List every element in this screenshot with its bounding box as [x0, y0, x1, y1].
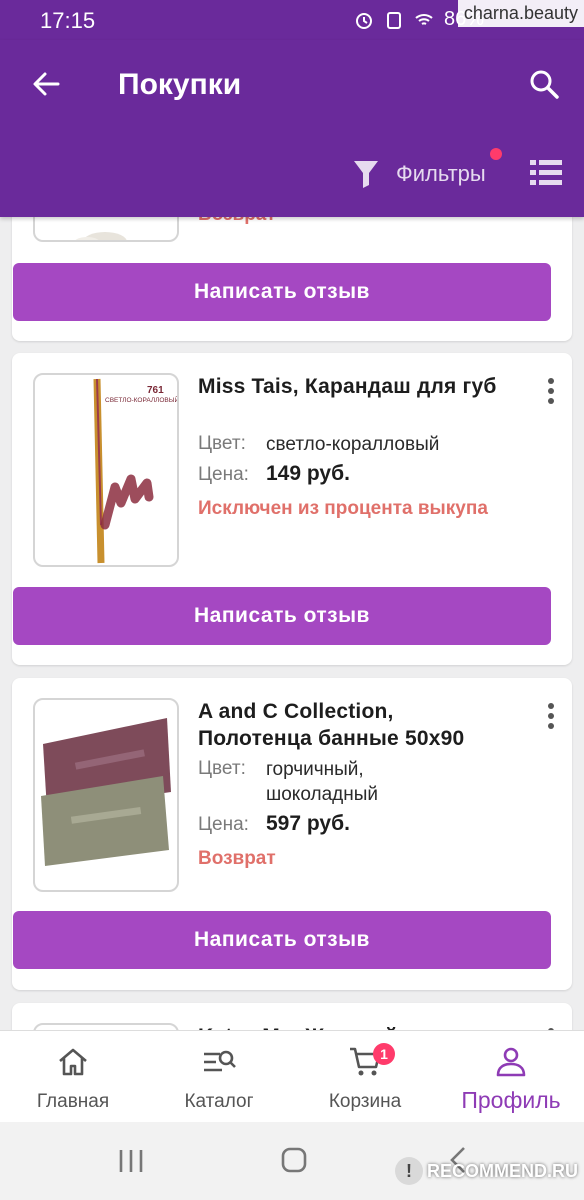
status-bar: 17:15 86% charna.beauty — [0, 0, 584, 40]
nav-profile[interactable]: Профиль — [438, 1031, 584, 1122]
write-review-button[interactable]: Написать отзыв — [13, 911, 551, 969]
filter-active-dot — [490, 148, 502, 160]
color-value: светло-коралловый — [266, 434, 440, 455]
color-label: Цвет: — [198, 433, 246, 454]
purchase-card: A and C Collection, Полотенца банные 50x… — [12, 678, 572, 990]
status-text: Возврат — [198, 848, 276, 869]
color-label: Цвет: — [198, 758, 246, 779]
nav-cart[interactable]: 1 Корзина — [292, 1031, 438, 1122]
nav-cart-label: Корзина — [328, 1091, 402, 1112]
product-thumbnail[interactable]: 761 СВЕТЛО-КОРАЛЛОВЫЙ — [33, 373, 179, 567]
thumb-number: 761 — [147, 385, 164, 396]
price-label: Цена: — [198, 814, 249, 835]
filter-funnel-icon — [354, 161, 378, 188]
list-view-icon[interactable] — [530, 158, 562, 188]
purchase-card: 761 СВЕТЛО-КОРАЛЛОВЫЙ Miss Tais, Каранда… — [12, 353, 572, 665]
cart-badge: 1 — [373, 1043, 395, 1065]
thumb-shade-name: СВЕТЛО-КОРАЛЛОВЫЙ — [105, 395, 177, 404]
back-arrow-icon[interactable] — [28, 66, 64, 102]
bottom-navigation: Главная Каталог 1 Корзина Профиль — [0, 1030, 584, 1122]
nav-catalog-label: Каталог — [184, 1091, 254, 1112]
write-review-button[interactable]: Написать отзыв — [13, 587, 551, 645]
system-nav-bar: ! RECOMMEND.RU — [0, 1122, 584, 1200]
product-name[interactable]: A and C Collection, Полотенца банные 50x… — [198, 698, 498, 752]
page-title: Покупки — [118, 68, 242, 101]
wifi-icon — [415, 13, 433, 25]
color-value: горчичный, шоколадный — [266, 759, 378, 805]
watermark-top: charna.beauty — [457, 0, 584, 27]
filters-label: Фильтры — [396, 161, 486, 186]
nav-home-label: Главная — [36, 1091, 110, 1112]
recent-apps-icon[interactable] — [118, 1148, 144, 1174]
search-icon[interactable] — [526, 66, 562, 102]
app-bar: Покупки Фильтры — [0, 40, 584, 217]
more-options-icon[interactable] — [546, 700, 556, 732]
alarm-icon — [355, 12, 372, 29]
price-value: 597 руб. — [266, 812, 350, 835]
nav-home[interactable]: Главная — [0, 1031, 146, 1122]
recommend-logo-icon: ! — [395, 1157, 423, 1185]
product-image: 761 СВЕТЛО-КОРАЛЛОВЫЙ — [93, 378, 177, 564]
product-thumbnail[interactable] — [33, 698, 179, 892]
more-options-icon[interactable] — [546, 375, 556, 407]
status-time: 17:15 — [40, 8, 96, 33]
filters-button[interactable]: Фильтры — [352, 148, 502, 194]
status-text: Исключен из процента выкупа — [198, 498, 488, 519]
write-review-button[interactable]: Написать отзыв — [13, 263, 551, 321]
nav-profile-label: Профиль — [461, 1087, 561, 1113]
product-image — [41, 718, 171, 866]
price-value: 149 руб. — [266, 462, 350, 485]
watermark-bottom: ! RECOMMEND.RU — [395, 1156, 578, 1186]
product-name[interactable]: Miss Tais, Карандаш для губ — [198, 373, 498, 400]
home-icon — [59, 1048, 87, 1076]
system-home-icon[interactable] — [280, 1146, 308, 1174]
profile-icon — [496, 1047, 526, 1077]
nav-catalog[interactable]: Каталог — [146, 1031, 292, 1122]
watermark-bottom-text: RECOMMEND.RU — [427, 1160, 578, 1181]
price-label: Цена: — [198, 464, 249, 485]
catalog-search-icon — [204, 1050, 236, 1072]
recycle-icon — [386, 11, 401, 29]
